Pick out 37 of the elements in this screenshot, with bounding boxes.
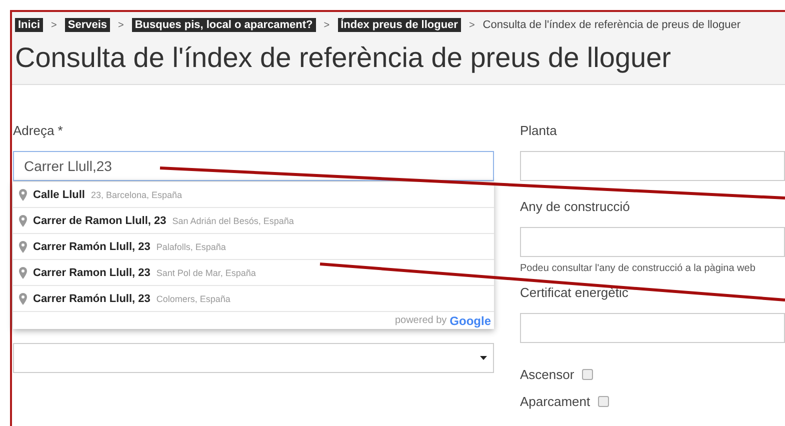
- map-pin-icon: [19, 240, 27, 252]
- attribution-brand: Google: [450, 314, 491, 328]
- map-pin-icon: [19, 214, 27, 226]
- suggestion-item[interactable]: Carrer de Ramon Llull, 23 San Adrián del Besós, España: [13, 208, 494, 234]
- checkbox-label: Aparcament: [520, 394, 590, 409]
- help-text: Podeu consultar l'any de construcció a la pàgina web: [520, 263, 756, 274]
- page-title: Consulta de l'índex de referència de preus de lloguer: [15, 42, 672, 74]
- text-input-field[interactable]: [520, 313, 785, 343]
- field-label: Any de construcció: [520, 199, 631, 216]
- checkbox[interactable]: [582, 369, 594, 380]
- suggestion-item[interactable]: Calle Llull 23, Barcelona, España: [13, 182, 494, 208]
- field-label: Adreça *: [13, 123, 64, 140]
- breadcrumb-link[interactable]: Índex preus de lloguer: [338, 18, 461, 32]
- caret-icon: [480, 356, 487, 360]
- suggestion-item[interactable]: Carrer Ramón Llull, 23 Palafolls, España: [13, 234, 494, 260]
- suggestion-item[interactable]: Carrer Ramon Llull, 23 Sant Pol de Mar, España: [13, 260, 494, 286]
- breadcrumb-separator: >: [468, 20, 475, 30]
- map-pin-icon: [19, 266, 27, 278]
- checkbox-label: Ascensor: [520, 367, 574, 382]
- checkbox[interactable]: [598, 396, 610, 407]
- breadcrumb-link[interactable]: Busques pis, local o aparcament?: [132, 18, 316, 32]
- field-label: Planta: [520, 123, 558, 140]
- map-pin-icon: [19, 292, 27, 304]
- breadcrumb-separator: >: [118, 20, 124, 30]
- attribution-text: powered by: [394, 315, 447, 326]
- text-input-field[interactable]: [520, 227, 785, 257]
- map-pin-icon: [19, 188, 27, 200]
- suggestion-item[interactable]: Carrer Ramón Llull, 23 Colomers, España: [13, 286, 494, 312]
- field-label: Certificat energètic: [520, 285, 630, 302]
- breadcrumb-link[interactable]: Inici: [15, 18, 44, 32]
- breadcrumb-separator: >: [324, 20, 330, 30]
- breadcrumb-link[interactable]: Serveis: [64, 18, 110, 32]
- address-input-field[interactable]: Carrer Llull,23: [13, 151, 494, 181]
- text-input-field[interactable]: [520, 151, 785, 181]
- breadcrumb-current: Consulta de l'índex de referència de preus de lloguer: [482, 19, 741, 31]
- select-field[interactable]: [13, 343, 494, 373]
- breadcrumb-separator: >: [51, 20, 57, 30]
